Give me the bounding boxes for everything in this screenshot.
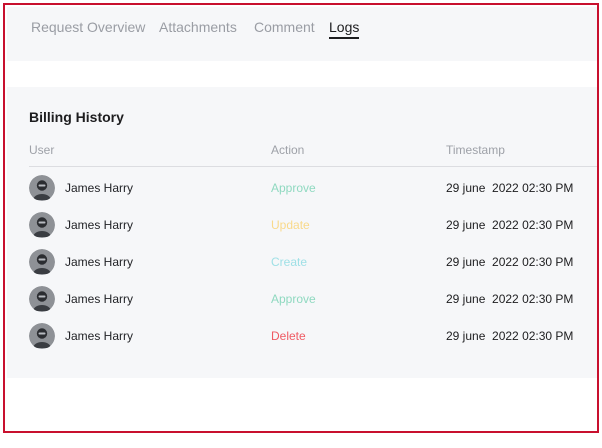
column-header-user: User xyxy=(29,143,55,157)
avatar xyxy=(29,323,55,349)
action-label: Delete xyxy=(271,329,306,343)
user-name: James Harry xyxy=(65,292,134,306)
table-row: James Harry Approve 29 june 2022 02:30 P… xyxy=(7,280,597,317)
tab-bar: Request Overview Attachments Comment Log… xyxy=(7,7,597,61)
tab-request-overview[interactable]: Request Overview xyxy=(31,19,145,35)
table-row: James Harry Create 29 june 2022 02:30 PM xyxy=(7,243,597,280)
avatar xyxy=(29,175,55,201)
action-label: Create xyxy=(271,255,308,269)
table-row: James Harry Delete 29 june 2022 02:30 PM xyxy=(7,317,597,354)
timestamp: 29 june 2022 02:30 PM xyxy=(446,218,574,232)
main-frame: Request Overview Attachments Comment Log… xyxy=(3,3,599,433)
action-label: Update xyxy=(271,218,310,232)
action-label: Approve xyxy=(271,292,316,306)
billing-history-card: Billing History User Action Timestamp Ja… xyxy=(7,87,597,378)
user-name: James Harry xyxy=(65,218,134,232)
table-row: James Harry Approve 29 june 2022 02:30 P… xyxy=(7,169,597,206)
timestamp: 29 june 2022 02:30 PM xyxy=(446,255,574,269)
user-name: James Harry xyxy=(65,255,134,269)
tab-comment[interactable]: Comment xyxy=(254,19,315,35)
table-row: James Harry Update 29 june 2022 02:30 PM xyxy=(7,206,597,243)
header-divider xyxy=(29,166,597,167)
user-name: James Harry xyxy=(65,329,134,343)
action-label: Approve xyxy=(271,181,316,195)
avatar xyxy=(29,212,55,238)
timestamp: 29 june 2022 02:30 PM xyxy=(446,292,574,306)
section-title: Billing History xyxy=(29,109,124,125)
column-header-action: Action xyxy=(271,143,305,157)
user-name: James Harry xyxy=(65,181,134,195)
column-header-timestamp: Timestamp xyxy=(446,143,505,157)
timestamp: 29 june 2022 02:30 PM xyxy=(446,329,574,343)
timestamp: 29 june 2022 02:30 PM xyxy=(446,181,574,195)
tab-attachments[interactable]: Attachments xyxy=(159,19,237,35)
avatar xyxy=(29,249,55,275)
avatar xyxy=(29,286,55,312)
tab-logs[interactable]: Logs xyxy=(329,19,360,39)
